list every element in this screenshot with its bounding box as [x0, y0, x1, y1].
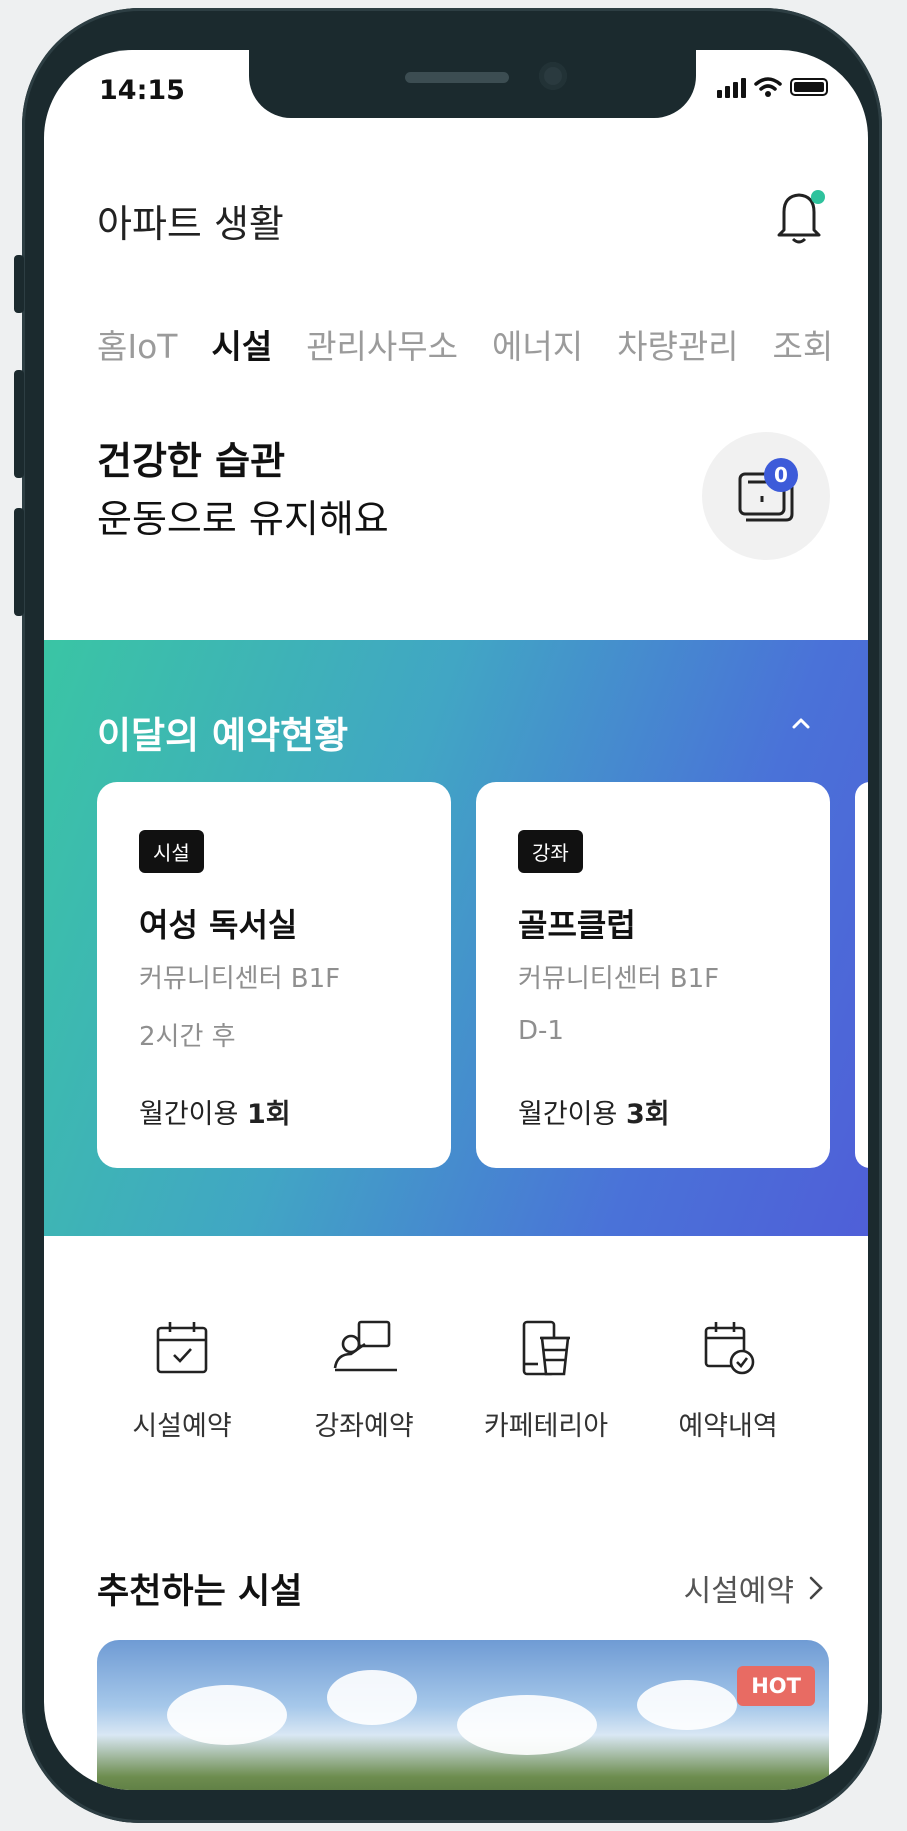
ticket-count-badge: 0 [764, 458, 798, 492]
card-tag: 시설 [139, 830, 204, 873]
quick-label: 시설예약 [132, 1411, 232, 1442]
quick-facility-reservation[interactable]: 시설예약 [92, 1318, 272, 1443]
reservation-banner: 이달의 예약현황 시설 여성 독서실 커뮤니티센터 B1F 2시간 후 월간이용… [44, 640, 868, 1236]
coffee-cup-icon [522, 1320, 570, 1376]
headline-line2: 운동으로 유지해요 [97, 497, 389, 541]
page-title: 아파트 생활 [97, 202, 284, 246]
lecture-icon [333, 1320, 397, 1372]
ticket-button[interactable] [702, 432, 830, 560]
quick-lecture-reservation[interactable]: 강좌예약 [274, 1318, 454, 1443]
headline: 건강한 습관 운동으로 유지해요 [97, 432, 389, 548]
card-name: 골프클럽 [518, 906, 636, 944]
card-usage-label: 월간이용 [518, 1099, 618, 1130]
card-tag: 강좌 [518, 830, 583, 873]
card-usage-label: 월간이용 [139, 1099, 239, 1130]
calendar-history-icon [704, 1322, 755, 1375]
status-icons [717, 76, 828, 98]
reservation-card-peek[interactable] [855, 782, 868, 1168]
volume-up-button [14, 370, 24, 478]
chevron-right-icon [809, 1576, 823, 1600]
card-usage-count: 3회 [625, 1099, 670, 1130]
category-tabs: 홈IoT 시설 관리사무소 에너지 차량관리 조회 [97, 320, 833, 368]
card-usage: 월간이용 1회 [139, 1092, 291, 1131]
tab-inquiry[interactable]: 조회 [773, 320, 834, 368]
quick-cafeteria[interactable]: 카페테리아 [456, 1318, 636, 1443]
status-time: 14:15 [99, 75, 185, 106]
app-screen: 14:15 아파트 생활 홈IoT 시설 관리사무소 에너지 차량관리 조회 건… [44, 50, 868, 1790]
tab-energy[interactable]: 에너지 [492, 320, 583, 368]
signal-icon [717, 76, 746, 98]
recommend-section-title: 추천하는 시설 [97, 1572, 303, 1612]
recommend-link[interactable]: 시설예약 [684, 1566, 824, 1610]
recommend-link-label: 시설예약 [683, 1574, 794, 1609]
quick-label: 카페테리아 [483, 1411, 609, 1442]
quick-label: 예약내역 [678, 1411, 778, 1442]
camera [539, 62, 567, 90]
tab-vehicle[interactable]: 차량관리 [617, 320, 738, 368]
hot-badge: HOT [737, 1666, 815, 1706]
speaker [405, 72, 509, 83]
calendar-check-icon [156, 1322, 208, 1374]
reservation-card[interactable]: 시설 여성 독서실 커뮤니티센터 B1F 2시간 후 월간이용 1회 [97, 782, 451, 1168]
reservation-card[interactable]: 강좌 골프클럽 커뮤니티센터 B1F D-1 월간이용 3회 [476, 782, 830, 1168]
reservation-title: 이달의 예약현황 [97, 714, 349, 757]
card-usage-count: 1회 [246, 1099, 291, 1130]
tab-facility[interactable]: 시설 [211, 320, 272, 368]
ticket-icon [738, 472, 794, 522]
card-when: D-1 [518, 1016, 564, 1046]
headline-line1: 건강한 습관 [97, 439, 286, 483]
recommended-facility-image[interactable]: HOT [97, 1640, 829, 1790]
card-location: 커뮤니티센터 B1F [139, 964, 341, 994]
battery-icon [790, 78, 828, 96]
card-name: 여성 독서실 [139, 906, 298, 944]
tab-management-office[interactable]: 관리사무소 [306, 320, 458, 368]
quick-label: 강좌예약 [314, 1411, 414, 1442]
chevron-up-icon[interactable] [784, 706, 818, 740]
wifi-icon [754, 77, 782, 97]
volume-down-button [14, 508, 24, 616]
mute-switch [14, 255, 24, 313]
card-when: 2시간 후 [139, 1022, 236, 1052]
card-usage: 월간이용 3회 [518, 1092, 670, 1131]
bell-icon[interactable] [774, 186, 828, 246]
notch [249, 50, 696, 118]
card-location: 커뮤니티센터 B1F [518, 964, 720, 994]
tab-home-iot[interactable]: 홈IoT [97, 320, 177, 368]
quick-reservation-history[interactable]: 예약내역 [638, 1318, 818, 1443]
